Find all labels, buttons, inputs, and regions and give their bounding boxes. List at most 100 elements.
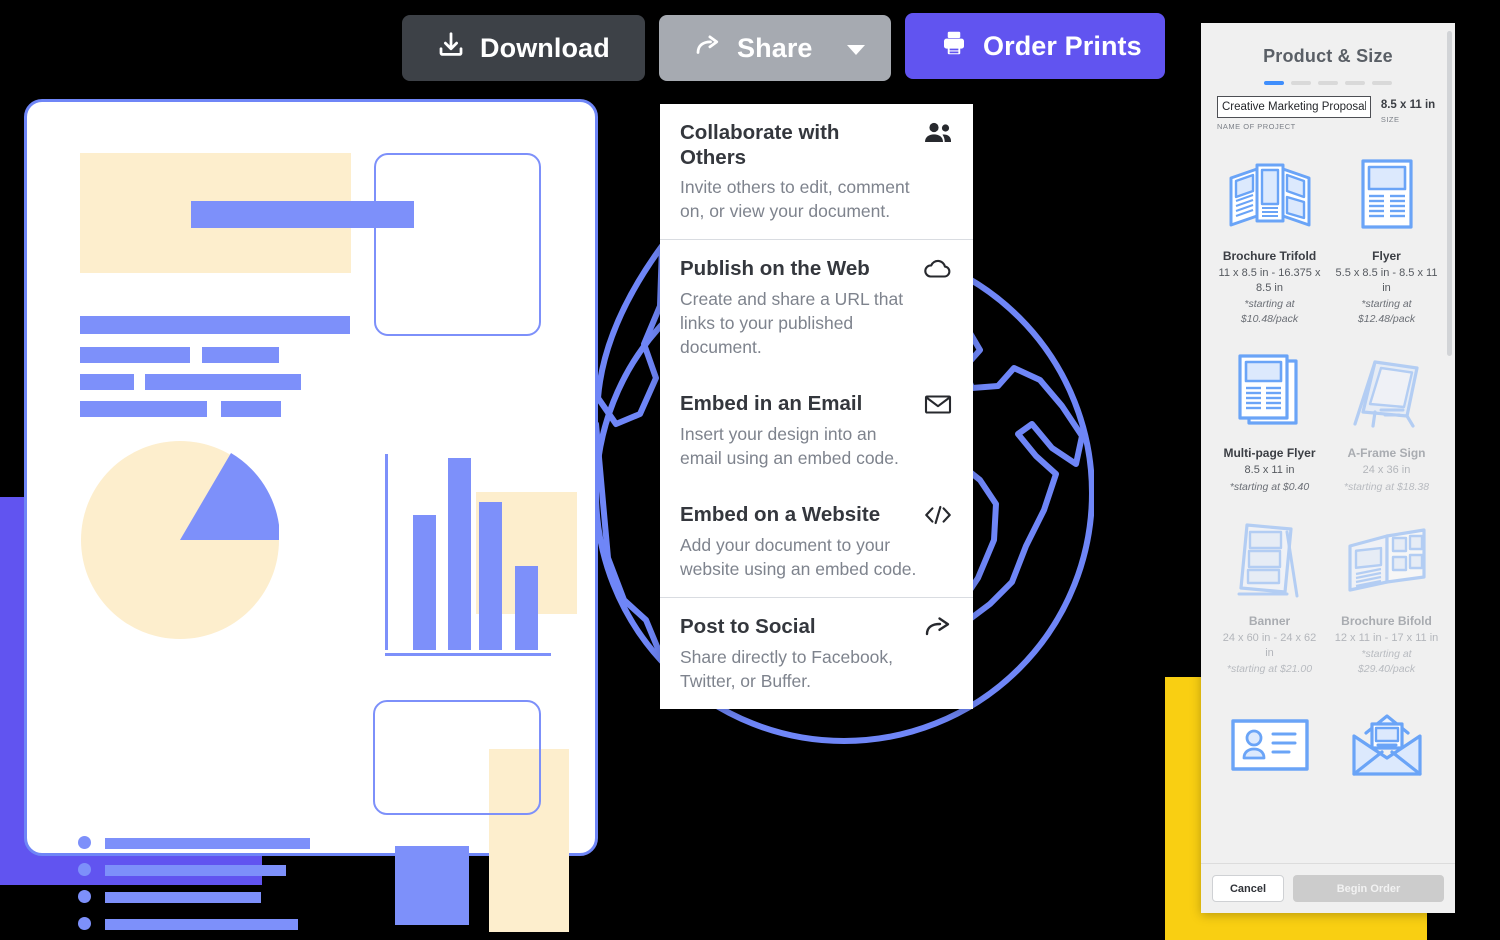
menu-item-post-social[interactable]: Post to Social Share directly to Faceboo… [660, 598, 973, 709]
step-dot-5[interactable] [1372, 81, 1392, 85]
step-dot-2[interactable] [1291, 81, 1311, 85]
doc-text-line [80, 401, 207, 417]
step-dot-3[interactable] [1318, 81, 1338, 85]
people-icon [923, 120, 953, 146]
product-name: Banner [1248, 614, 1291, 629]
doc-bar-chart-y-axis [385, 454, 388, 650]
product-price: *starting at $21.00 [1226, 663, 1313, 676]
size-value: 8.5 x 11 in [1380, 99, 1436, 111]
doc-bar [413, 515, 436, 650]
product-card-brochure-bifold[interactable]: Brochure Bifold 12 x 11 in - 17 x 11 in … [1328, 510, 1445, 693]
menu-item-description: Insert your design into an email using a… [680, 424, 899, 469]
product-name: Flyer [1372, 249, 1401, 263]
step-dot-4[interactable] [1345, 81, 1365, 85]
printer-icon [939, 28, 969, 65]
menu-item-description: Invite others to edit, comment on, or vi… [680, 177, 910, 222]
menu-item-description: Share directly to Facebook, Twitter, or … [680, 646, 894, 691]
menu-group: Post to Social Share directly to Faceboo… [660, 597, 973, 709]
download-button-label: Download [480, 32, 610, 63]
share-button-label: Share [737, 32, 813, 63]
cloud-icon [923, 256, 953, 282]
project-fields: NAME OF PROJECT 8.5 x 11 in SIZE [1201, 85, 1455, 131]
product-name: A-Frame Sign [1347, 446, 1426, 461]
doc-bar-chart-x-axis [385, 653, 551, 656]
project-name-field: NAME OF PROJECT [1217, 96, 1371, 131]
begin-order-button[interactable]: Begin Order [1293, 875, 1444, 902]
document-content [27, 102, 595, 932]
cancel-button[interactable]: Cancel [1212, 875, 1284, 902]
order-prints-button[interactable]: Order Prints [905, 13, 1165, 79]
menu-item-title: Collaborate with Others [680, 121, 840, 169]
menu-item-description: Create and share a URL that links to you… [680, 289, 904, 358]
doc-text-line [202, 347, 279, 363]
product-card-brochure-trifold[interactable]: Brochure Trifold 11 x 8.5 in - 16.375 x … [1211, 145, 1328, 342]
size-label: SIZE [1380, 115, 1400, 124]
share-arrow-icon [923, 614, 953, 640]
doc-text-line [80, 316, 350, 334]
panel-title: Product & Size [1263, 46, 1393, 66]
doc-bar [448, 458, 471, 650]
menu-item-publish-web[interactable]: Publish on the Web Create and share a UR… [660, 240, 973, 375]
project-name-input[interactable] [1217, 96, 1371, 118]
menu-item-collaborate[interactable]: Collaborate with Others Invite others to… [660, 104, 973, 239]
doc-bar [515, 566, 538, 650]
product-card-multipage-flyer[interactable]: Multi-page Flyer 8.5 x 11 in *starting a… [1211, 342, 1328, 510]
menu-item-embed-email[interactable]: Embed in an Email Insert your design int… [660, 375, 973, 486]
size-field: 8.5 x 11 in SIZE [1381, 96, 1439, 124]
menu-item-embed-website[interactable]: Embed on a Website Add your document to … [660, 486, 973, 597]
menu-group: Collaborate with Others Invite others to… [660, 104, 973, 239]
step-dot-1[interactable] [1264, 81, 1284, 85]
doc-image-placeholder-bottom [373, 700, 541, 815]
doc-bar [479, 502, 502, 650]
doc-bullet [78, 863, 91, 876]
brochure-bifold-icon [1344, 516, 1430, 608]
share-button[interactable]: Share [659, 15, 891, 81]
product-card-greeting-card[interactable] [1328, 693, 1445, 814]
doc-bullet-text [105, 865, 286, 876]
product-name: Brochure Bifold [1341, 614, 1432, 629]
menu-item-description: Add your document to your website using … [680, 534, 917, 580]
share-dropdown-menu: Collaborate with Others Invite others to… [660, 104, 973, 710]
product-price: *starting at $18.38 [1343, 480, 1430, 493]
product-dimensions: 24 x 60 in - 24 x 62 in [1222, 632, 1317, 660]
code-icon [923, 502, 953, 528]
product-price: *starting at $29.40/pack [1357, 648, 1416, 675]
brochure-trifold-icon [1227, 151, 1313, 243]
doc-title-bar [191, 201, 414, 228]
document-preview-card[interactable] [24, 99, 598, 932]
doc-text-line [221, 401, 281, 417]
product-price: *starting at $12.48/pack [1357, 298, 1416, 325]
doc-bullet-text [105, 838, 310, 849]
menu-item-title: Embed on a Website [680, 503, 881, 527]
chevron-down-icon[interactable] [847, 45, 865, 55]
order-prints-button-label: Order Prints [983, 30, 1142, 61]
download-button[interactable]: Download [402, 15, 645, 81]
product-dimensions: 11 x 8.5 in - 16.375 x 8.5 in [1218, 267, 1321, 295]
envelope-icon [923, 391, 953, 417]
business-card-icon [1229, 699, 1311, 791]
doc-text-line [80, 374, 134, 390]
banner-icon [1235, 516, 1305, 608]
doc-bullet-text [105, 919, 298, 930]
doc-image-placeholder-top [374, 153, 541, 336]
product-dimensions: 24 x 36 in [1362, 464, 1411, 477]
download-icon [436, 30, 466, 67]
doc-blue-square [395, 846, 469, 925]
product-name: Brochure Trifold [1222, 249, 1317, 263]
menu-item-title: Post to Social [680, 615, 816, 639]
flyer-icon [1352, 151, 1422, 243]
product-grid: Brochure Trifold 11 x 8.5 in - 16.375 x … [1201, 131, 1455, 814]
product-card-business-card[interactable] [1211, 693, 1328, 814]
product-dimensions: 12 x 11 in - 17 x 11 in [1334, 632, 1439, 645]
panel-scrollbar[interactable] [1447, 31, 1452, 356]
a-frame-sign-icon [1347, 348, 1427, 440]
share-arrow-icon [693, 30, 723, 67]
doc-text-line [80, 347, 190, 363]
menu-item-title: Embed in an Email [680, 392, 863, 416]
menu-item-title: Publish on the Web [680, 257, 870, 281]
doc-bullet [78, 890, 91, 903]
product-card-flyer[interactable]: Flyer 5.5 x 8.5 in - 8.5 x 11 in *starti… [1328, 145, 1445, 342]
doc-bullet [78, 836, 91, 849]
product-card-banner[interactable]: Banner 24 x 60 in - 24 x 62 in *starting… [1211, 510, 1328, 693]
product-card-a-frame-sign[interactable]: A-Frame Sign 24 x 36 in *starting at $18… [1328, 342, 1445, 510]
